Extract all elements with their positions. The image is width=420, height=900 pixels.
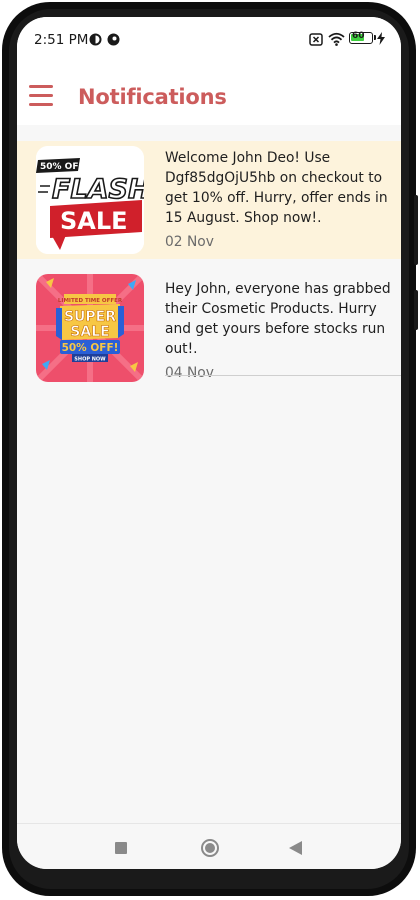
notification-message: Welcome John Deo! Use Dgf85dgOjU5hb on c… xyxy=(165,150,388,226)
status-bar: 2:51 PM 60 xyxy=(17,17,401,61)
shop-now-text: SHOP NOW xyxy=(74,357,106,363)
notification-app-icon-2 xyxy=(107,33,120,46)
status-time: 2:51 PM xyxy=(34,32,89,48)
notification-item[interactable]: LIMITED TIME OFFER SUPER SALE 50% OFF! S… xyxy=(17,259,401,385)
no-sim-icon xyxy=(309,33,323,46)
notification-body: Hey John, everyone has grabbed their Cos… xyxy=(165,279,401,381)
sale-word-2: SALE xyxy=(70,324,109,340)
home-circle-icon[interactable] xyxy=(201,839,219,857)
super-word: SUPER xyxy=(64,309,116,325)
notification-app-icon xyxy=(89,33,102,46)
notification-message: Hey John, everyone has grabbed their Cos… xyxy=(165,281,391,357)
hamburger-menu-icon[interactable] xyxy=(29,85,53,106)
battery-icon: 60 xyxy=(349,31,376,44)
system-navigation-bar xyxy=(17,823,401,869)
page-title: Notifications xyxy=(78,85,227,109)
flash-sale-thumbnail: 50% OFF FLASH SALE xyxy=(36,146,144,254)
power-button xyxy=(414,195,418,265)
super-sale-thumbnail: LIMITED TIME OFFER SUPER SALE 50% OFF! S… xyxy=(36,274,144,382)
notification-item[interactable]: 50% OFF FLASH SALE Welcome John Deo! Use… xyxy=(17,141,401,259)
charging-icon xyxy=(377,32,385,45)
fifty-off-text: 50% OFF! xyxy=(62,342,119,354)
sale-word: SALE xyxy=(60,207,128,235)
notification-date: 04 Nov xyxy=(165,365,214,381)
volume-button xyxy=(414,290,418,330)
notification-list: 50% OFF FLASH SALE Welcome John Deo! Use… xyxy=(17,141,401,385)
wifi-icon xyxy=(328,32,345,46)
flash-sale-image: 50% OFF FLASH SALE xyxy=(36,146,144,254)
super-sale-image: LIMITED TIME OFFER SUPER SALE 50% OFF! S… xyxy=(36,274,144,382)
app-bar: Notifications xyxy=(17,61,401,125)
flash-badge-text: 50% OFF xyxy=(40,162,85,172)
recents-square-icon[interactable] xyxy=(115,842,127,854)
list-divider xyxy=(165,375,401,376)
notification-date: 02 Nov xyxy=(165,234,214,250)
notification-body: Welcome John Deo! Use Dgf85dgOjU5hb on c… xyxy=(165,148,401,250)
limited-offer-text: LIMITED TIME OFFER xyxy=(58,298,123,304)
battery-level: 60 xyxy=(352,31,365,41)
flash-word: FLASH xyxy=(52,174,144,205)
screen: 2:51 PM 60 Notifications 50% OFF FLASH S… xyxy=(17,17,401,869)
back-triangle-icon[interactable] xyxy=(289,841,302,855)
